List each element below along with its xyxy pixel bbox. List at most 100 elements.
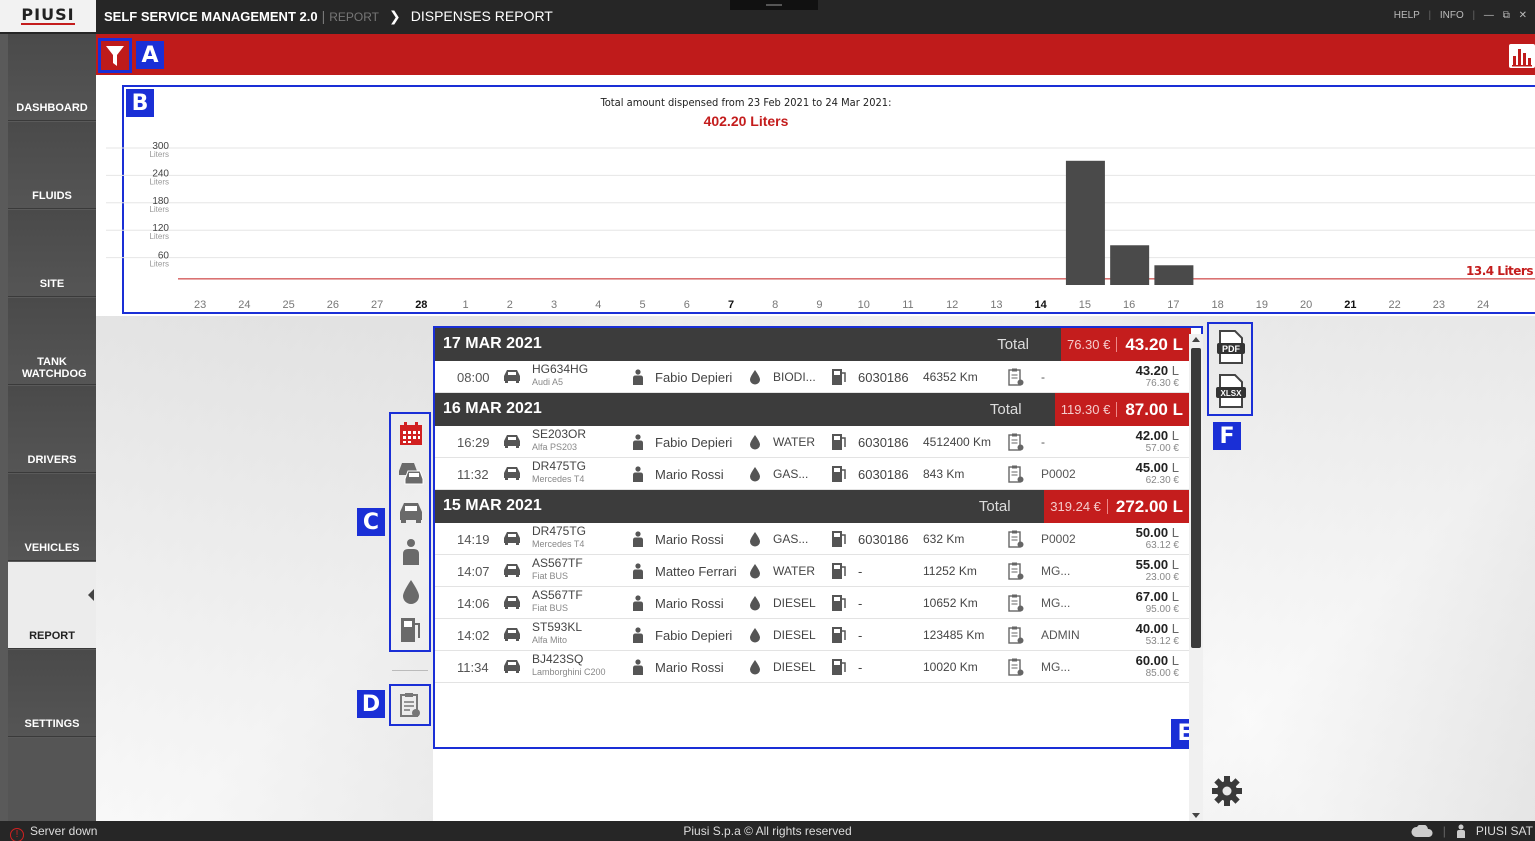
day-header: 17 MAR 2021 Total 76.30 € 43.20 L xyxy=(435,328,1191,361)
car-icon xyxy=(502,659,522,678)
day-total-box: 76.30 € 43.20 L xyxy=(1060,328,1191,361)
fluid-icon[interactable] xyxy=(397,578,425,606)
sidebar-item-report[interactable]: REPORT xyxy=(8,562,96,649)
x-tick-label: 23 xyxy=(1433,299,1445,311)
driver-icon xyxy=(631,627,645,648)
pump-icon xyxy=(831,562,847,585)
row-model: Alfa Mito xyxy=(532,635,568,645)
car-icon xyxy=(502,627,522,646)
fluid-icon xyxy=(749,595,761,616)
x-tick-label: 10 xyxy=(858,299,870,311)
user-name: PIUSI SAT xyxy=(1475,824,1533,838)
fluid-icon xyxy=(749,369,761,390)
copyright: Piusi S.p.a © All rights reserved xyxy=(683,824,852,838)
row-driver: Mario Rossi xyxy=(655,596,724,611)
row-fluid: DIESEL xyxy=(773,660,816,674)
sidebar-item-site[interactable]: SITE xyxy=(8,210,96,297)
day-date: 17 MAR 2021 xyxy=(443,335,542,352)
row-time: 14:06 xyxy=(457,596,490,611)
piusi-logo: PIUSI xyxy=(0,0,96,34)
row-pump: - xyxy=(858,628,863,643)
bar-chart-icon[interactable] xyxy=(1509,44,1535,68)
calendar-icon[interactable] xyxy=(397,420,425,448)
row-time: 14:02 xyxy=(457,628,490,643)
clipboard-icon xyxy=(1008,530,1024,553)
sidebar-item-vehicles[interactable]: VEHICLES xyxy=(8,474,96,561)
clipboard-icon[interactable] xyxy=(389,684,431,726)
dispense-row[interactable]: 16:29 SE203OR Alfa PS203 Fabio Depieri WATER… xyxy=(435,426,1191,458)
car-icon xyxy=(502,466,522,485)
x-tick-label: 8 xyxy=(772,299,778,311)
help-link[interactable]: HELP xyxy=(1394,10,1420,21)
x-tick-label: 18 xyxy=(1212,299,1224,311)
pump-icon xyxy=(831,594,847,617)
sidebar-item-dashboard[interactable]: DASHBOARD xyxy=(8,34,96,121)
dispense-row[interactable]: 14:07 AS567TF Fiat BUS Matteo Ferrari WATER -… xyxy=(435,555,1191,587)
scroll-up-icon[interactable] xyxy=(1192,337,1200,342)
car-icon[interactable] xyxy=(397,498,425,526)
breadcrumb: SELF SERVICE MANAGEMENT 2.0 | REPORT ❯ DISPE… xyxy=(104,8,553,24)
dispense-row[interactable]: 14:19 DR475TG Mercedes T4 Mario Rossi GAS...… xyxy=(435,523,1191,555)
row-code: ADMIN xyxy=(1041,628,1080,642)
x-tick-label: 16 xyxy=(1123,299,1135,311)
dispense-row[interactable]: 11:34 BJ423SQ Lamborghini C200 Mario Rossi D… xyxy=(435,651,1191,683)
callout-d: D xyxy=(357,690,385,718)
pdf-export-button[interactable]: PDF xyxy=(1215,330,1247,364)
driver-icon[interactable] xyxy=(397,538,425,566)
xlsx-export-button[interactable]: XLSX xyxy=(1215,374,1247,408)
day-total-box: 119.30 € 87.00 L xyxy=(1054,393,1191,426)
row-model: Alfa PS203 xyxy=(532,442,578,452)
row-liters: 40.00 L xyxy=(1135,621,1179,636)
filter-icon[interactable] xyxy=(98,38,132,73)
row-eur: 62.30 € xyxy=(1145,475,1179,486)
restore-icon[interactable]: ⧉ xyxy=(1503,10,1510,21)
row-driver: Mario Rossi xyxy=(655,532,724,547)
x-tick-label: 13 xyxy=(990,299,1002,311)
dispense-row[interactable]: 14:02 ST593KL Alfa Mito Fabio Depieri DIESEL… xyxy=(435,619,1191,651)
driver-icon xyxy=(631,531,645,552)
sidebar-item-fluids[interactable]: FLUIDS xyxy=(8,122,96,209)
scroll-down-icon[interactable] xyxy=(1192,813,1200,818)
status-bar: ! Server down Piusi S.p.a © All rights re… xyxy=(0,821,1535,841)
row-driver: Matteo Ferrari xyxy=(655,564,737,579)
scrollbar[interactable] xyxy=(1189,334,1203,821)
day-header: 15 MAR 2021 Total 319.24 € 272.00 L xyxy=(435,490,1191,523)
row-pump: - xyxy=(858,596,863,611)
clipboard-icon xyxy=(1008,368,1024,391)
row-driver: Fabio Depieri xyxy=(655,628,733,643)
close-icon[interactable]: ✕ xyxy=(1519,10,1527,21)
drag-handle[interactable] xyxy=(730,0,818,10)
y-tick-unit: Liters xyxy=(149,205,169,214)
scroll-thumb[interactable] xyxy=(1191,348,1201,648)
dispense-row[interactable]: 11:32 DR475TG Mercedes T4 Mario Rossi GAS...… xyxy=(435,458,1191,490)
info-link[interactable]: INFO xyxy=(1440,10,1464,21)
x-tick-label: 14 xyxy=(1035,299,1048,311)
sidebar-item-settings[interactable]: SETTINGS xyxy=(8,650,96,737)
dispense-row[interactable]: 08:00 HG634HG Audi A5 Fabio Depieri BIODI...… xyxy=(435,361,1191,393)
clipboard-icon xyxy=(1008,465,1024,488)
x-tick-label: 5 xyxy=(639,299,645,311)
minimize-icon[interactable]: — xyxy=(1484,10,1494,21)
gear-icon[interactable] xyxy=(1210,774,1244,808)
breadcrumb-report[interactable]: REPORT xyxy=(329,10,379,24)
row-driver: Fabio Depieri xyxy=(655,435,733,450)
pump-icon xyxy=(831,433,847,456)
row-code: P0002 xyxy=(1041,532,1076,546)
day-date: 16 MAR 2021 xyxy=(443,400,542,417)
dispenses-chart: B Total amount dispensed from 23 Feb 202… xyxy=(96,75,1535,316)
row-code: MG... xyxy=(1041,660,1071,674)
dispenses-list: 17 MAR 2021 Total 76.30 €43.20 L 08:00 HG634… xyxy=(433,326,1203,749)
x-tick-label: 3 xyxy=(551,299,557,311)
dispense-row[interactable]: 14:06 AS567TF Fiat BUS Mario Rossi DIESEL - 10… xyxy=(435,587,1191,619)
row-fluid: DIESEL xyxy=(773,596,816,610)
fluid-icon xyxy=(749,659,761,680)
vehicles-icon[interactable] xyxy=(397,458,425,486)
driver-icon xyxy=(631,563,645,584)
row-fluid: WATER xyxy=(773,564,815,578)
clipboard-icon xyxy=(1008,626,1024,649)
pump-icon[interactable] xyxy=(397,616,425,644)
sidebar-item-drivers[interactable]: DRIVERS xyxy=(8,386,96,473)
row-liters: 67.00 L xyxy=(1135,589,1179,604)
sidebar-item-tank-watchdog[interactable]: TANK WATCHDOG xyxy=(8,298,96,385)
day-date: 15 MAR 2021 xyxy=(443,497,542,514)
